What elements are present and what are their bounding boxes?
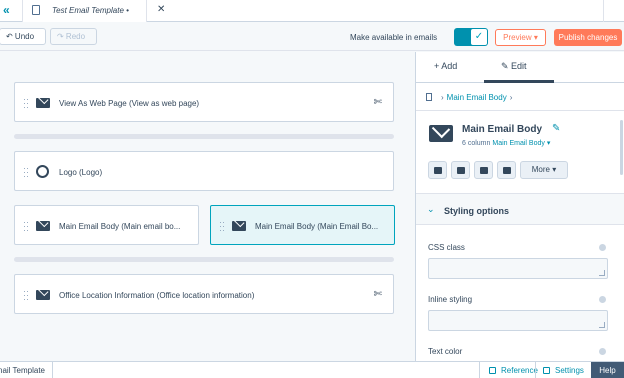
breadcrumb-item[interactable]: Main Email Body: [447, 93, 507, 102]
module-label: Logo (Logo): [59, 168, 103, 177]
module-type-link[interactable]: Main Email Body ▾: [492, 140, 550, 147]
drag-handle-icon[interactable]: [220, 222, 224, 231]
drag-handle-icon[interactable]: [24, 222, 28, 231]
clone-icon[interactable]: [451, 161, 470, 179]
status-divider: [535, 362, 536, 378]
active-tab-indicator: [484, 80, 554, 83]
make-available-toggle[interactable]: ✓: [454, 28, 488, 46]
trash-icon[interactable]: [497, 161, 516, 179]
section-divider: [14, 134, 394, 139]
preview-button[interactable]: Preview ▾: [495, 29, 546, 46]
redo-button[interactable]: ↷ Redo: [50, 28, 97, 45]
module-title: Main Email Body: [462, 124, 543, 135]
drag-handle-icon[interactable]: [24, 99, 28, 108]
publish-changes-button[interactable]: Publish changes: [554, 29, 622, 46]
module-header: Main Email Body ✎ 6 column Main Email Bo…: [416, 110, 624, 192]
module-subtitle: 6 column Main Email Body ▾: [462, 139, 550, 147]
info-icon[interactable]: [599, 348, 606, 355]
drag-handle-icon[interactable]: [24, 168, 28, 177]
chevron-down-icon: ⌄: [427, 204, 435, 214]
tab-add[interactable]: + Add: [434, 61, 457, 71]
settings-label: Settings: [555, 366, 584, 375]
email-icon: [36, 290, 50, 300]
info-icon[interactable]: [599, 244, 606, 251]
styling-options-label: Styling options: [444, 206, 509, 216]
editor-toolbar: ↶ Undo ↷ Redo Make available in emails ✓…: [0, 23, 624, 51]
inline-styling-label: Inline styling: [428, 295, 473, 304]
document-tab[interactable]: Test Email Template • ✕: [22, 0, 165, 22]
book-icon: [489, 367, 496, 374]
info-icon[interactable]: [599, 296, 606, 303]
reference-link[interactable]: Reference: [489, 366, 538, 375]
module-logo[interactable]: Logo (Logo): [14, 151, 394, 191]
pinned-icon[interactable]: ✄: [374, 290, 382, 300]
sidebar-scrollbar[interactable]: [620, 120, 623, 175]
chevron-right-icon: ›: [509, 93, 513, 102]
module-office-location-information[interactable]: Office Location Information (Office loca…: [14, 274, 394, 314]
chevron-right-icon: ›: [441, 93, 444, 102]
tab-bar: « Test Email Template • ✕: [0, 0, 624, 22]
module-label: Main Email Body (Main email bo...: [59, 222, 181, 231]
gear-icon: [543, 367, 550, 374]
edit-sidebar: + Add ✎ Edit › Main Email Body › Main Emai…: [415, 52, 624, 361]
module-label: Office Location Information (Office loca…: [59, 291, 255, 300]
section-divider: [14, 257, 394, 262]
sidebar-tabs: + Add ✎ Edit: [416, 52, 624, 83]
logo-icon: [36, 165, 49, 178]
double-chevron-left-icon[interactable]: «: [3, 4, 10, 16]
reference-label: Reference: [501, 366, 538, 375]
text-color-label: Text color: [428, 347, 463, 356]
email-icon: [36, 221, 50, 231]
tabbar-divider: [603, 0, 604, 22]
insert-column-icon[interactable]: [428, 161, 447, 179]
document-icon: [32, 5, 40, 15]
module-label: Main Email Body (Main Email Bo...: [255, 222, 379, 231]
status-bar: nail Template Reference Settings Help: [0, 361, 624, 378]
css-class-field[interactable]: [428, 258, 608, 279]
drag-handle-icon[interactable]: [24, 291, 28, 300]
email-icon: [36, 98, 50, 108]
check-icon: ✓: [471, 29, 487, 45]
column-count: 6 column: [462, 140, 491, 147]
settings-link[interactable]: Settings: [543, 366, 584, 375]
module-label: View As Web Page (View as web page): [59, 99, 200, 108]
help-button[interactable]: Help: [591, 362, 624, 378]
template-name: nail Template: [0, 366, 45, 375]
more-dropdown-button[interactable]: More ▾: [520, 161, 568, 179]
pinned-icon[interactable]: ✄: [374, 98, 382, 108]
close-icon[interactable]: ✕: [157, 4, 165, 15]
document-tab-title: Test Email Template •: [52, 6, 129, 15]
status-divider: [52, 362, 53, 378]
undo-button[interactable]: ↶ Undo: [0, 28, 46, 45]
breadcrumb: › Main Email Body ›: [426, 93, 515, 102]
module-view-as-web-page[interactable]: View As Web Page (View as web page) ✄: [14, 82, 394, 122]
status-divider: [479, 362, 480, 378]
email-icon: [232, 221, 246, 231]
tab-edit[interactable]: ✎ Edit: [501, 61, 527, 72]
module-main-email-body-left[interactable]: Main Email Body (Main email bo...: [14, 205, 199, 245]
document-icon: [426, 93, 432, 101]
inline-styling-field[interactable]: [428, 310, 608, 331]
pencil-icon[interactable]: ✎: [552, 124, 560, 134]
make-available-label: Make available in emails: [350, 33, 438, 42]
module-main-email-body-selected[interactable]: Main Email Body (Main Email Bo...: [210, 205, 395, 245]
styling-options-toggle[interactable]: ⌄ Styling options: [416, 193, 624, 225]
css-class-label: CSS class: [428, 243, 465, 252]
email-icon: [429, 125, 453, 142]
layout-icon[interactable]: [474, 161, 493, 179]
layout-canvas: View As Web Page (View as web page) ✄ Lo…: [0, 52, 414, 361]
